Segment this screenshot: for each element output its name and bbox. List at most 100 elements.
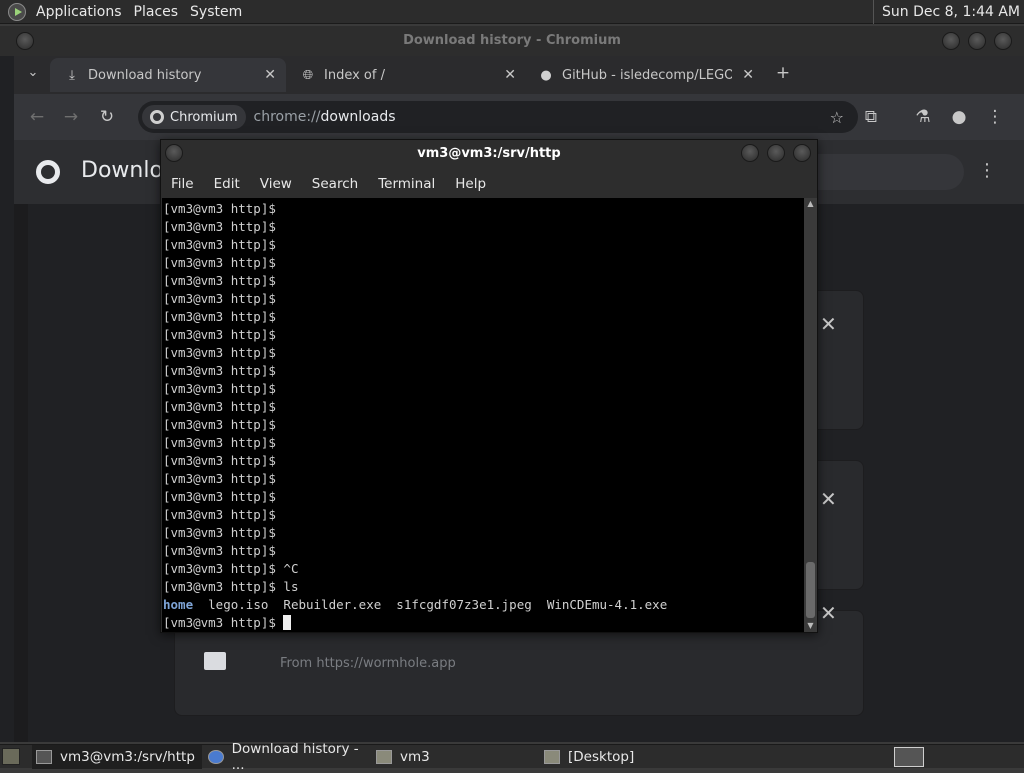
url-scheme: chrome:// [253, 109, 321, 125]
menu-kebab-icon[interactable]: ⋮ [984, 106, 1006, 128]
tab-github[interactable]: ● GitHub - isledecomp/LEGOI ✕ [528, 58, 764, 92]
ls-dir-entry: home [163, 597, 194, 612]
tab-label: Download history [88, 67, 202, 83]
terminal-line: [vm3@vm3 http]$ [163, 309, 276, 324]
terminal-window: vm3@vm3:/srv/http File Edit View Search … [160, 139, 818, 633]
remove-download-icon[interactable]: ✕ [820, 312, 837, 336]
labs-flask-icon[interactable]: ⚗ [912, 106, 934, 128]
scrollbar-thumb[interactable] [806, 562, 815, 618]
terminal-line: [vm3@vm3 http]$ [163, 471, 276, 486]
scroll-down-icon[interactable]: ▼ [804, 620, 817, 632]
terminal-scrollbar[interactable]: ▲ ▼ [804, 198, 817, 632]
remove-download-icon[interactable]: ✕ [820, 487, 837, 511]
menu-search[interactable]: Search [302, 170, 368, 198]
terminal-line: [vm3@vm3 http]$ ^C [163, 561, 299, 576]
workspace-switcher[interactable] [894, 747, 924, 767]
terminal-cursor [283, 615, 292, 630]
terminal-line: [vm3@vm3 http]$ [163, 381, 276, 396]
downloads-menu-icon[interactable]: ⋮ [978, 160, 996, 181]
chromium-window-title: Download history - Chromium [403, 33, 621, 48]
maximize-icon[interactable] [767, 144, 785, 162]
chromium-titlebar[interactable]: Download history - Chromium [0, 26, 1024, 56]
panel-clock[interactable]: Sun Dec 8, 1:44 AM [873, 0, 1024, 24]
download-source: From https://wormhole.app [280, 656, 456, 671]
tab-search-chevron-icon[interactable]: ⌄ [22, 62, 44, 84]
chrome-logo-icon [36, 160, 60, 184]
ls-file-entries: lego.iso Rebuilder.exe s1fcgdf07z3e1.jpe… [193, 597, 668, 612]
omnibox[interactable]: Chromium chrome:// downloads ☆ [138, 101, 858, 133]
task-desktop[interactable]: [Desktop] [540, 745, 710, 769]
tab-label: GitHub - isledecomp/LEGOI [562, 67, 732, 83]
terminal-output: [vm3@vm3 http]$ [vm3@vm3 http]$ [vm3@vm3 h… [163, 200, 667, 632]
panel-menus: Applications Places System [30, 0, 248, 24]
scroll-up-icon[interactable]: ▲ [804, 198, 817, 210]
terminal-line: [vm3@vm3 http]$ [163, 201, 276, 216]
menu-terminal[interactable]: Terminal [368, 170, 445, 198]
terminal-line: [vm3@vm3 http]$ [163, 255, 276, 270]
terminal-line: [vm3@vm3 http]$ [163, 543, 276, 558]
close-icon[interactable] [793, 144, 811, 162]
tab-close-icon[interactable]: ✕ [504, 67, 516, 83]
reload-icon[interactable]: ↻ [96, 106, 118, 128]
terminal-line: [vm3@vm3 http]$ [163, 489, 276, 504]
terminal-line: [vm3@vm3 http]$ [163, 417, 276, 432]
terminal-screen[interactable]: [vm3@vm3 http]$ [vm3@vm3 http]$ [vm3@vm3 h… [162, 198, 804, 632]
folder-icon [544, 750, 560, 764]
chromium-icon [208, 750, 224, 764]
terminal-menubar: File Edit View Search Terminal Help [161, 170, 817, 198]
terminal-icon [36, 750, 52, 764]
menu-view[interactable]: View [250, 170, 302, 198]
menu-help[interactable]: Help [445, 170, 496, 198]
url-path: downloads [320, 109, 396, 125]
site-chip-label: Chromium [170, 109, 238, 125]
terminal-titlebar[interactable]: vm3@vm3:/srv/http [161, 140, 817, 170]
bookmark-star-icon[interactable]: ☆ [830, 108, 844, 127]
minimize-icon[interactable] [741, 144, 759, 162]
window-menu-icon[interactable] [165, 144, 183, 162]
applications-logo-icon[interactable] [8, 2, 26, 21]
remove-download-icon[interactable]: ✕ [820, 601, 837, 625]
terminal-current-line: [vm3@vm3 http]$ [163, 614, 667, 632]
tab-download-history[interactable]: ⤓ Download history ✕ [50, 58, 286, 92]
chromium-icon [150, 110, 164, 124]
task-terminal[interactable]: vm3@vm3:/srv/http [32, 745, 202, 769]
minimize-icon[interactable] [942, 32, 960, 50]
tab-strip: ⌄ ⤓ Download history ✕ 🌐︎ Index of / ✕ ●… [14, 56, 1024, 94]
show-desktop-icon[interactable] [2, 748, 20, 765]
profile-icon[interactable]: ● [948, 106, 970, 128]
top-panel: Applications Places System Sun Dec 8, 1:… [0, 0, 1024, 24]
chromium-toolbar: ← → ↻ Chromium chrome:// downloads ☆ ⧉ ⚗… [14, 94, 1024, 140]
terminal-line: [vm3@vm3 http]$ [163, 507, 276, 522]
site-chip[interactable]: Chromium [142, 105, 246, 129]
terminal-line: [vm3@vm3 http]$ [163, 435, 276, 450]
tab-close-icon[interactable]: ✕ [264, 67, 276, 83]
download-icon: ⤓ [69, 67, 75, 83]
menu-system[interactable]: System [184, 0, 248, 24]
menu-edit[interactable]: Edit [204, 170, 250, 198]
downloads-search[interactable] [794, 154, 964, 190]
ls-output-line: home lego.iso Rebuilder.exe s1fcgdf07z3e… [163, 596, 667, 614]
new-tab-icon[interactable]: + [772, 62, 794, 84]
terminal-line: [vm3@vm3 http]$ [163, 219, 276, 234]
menu-file[interactable]: File [161, 170, 204, 198]
tab-close-icon[interactable]: ✕ [742, 67, 754, 83]
task-vm3-folder[interactable]: vm3 [372, 745, 532, 769]
forward-icon[interactable]: → [60, 106, 82, 128]
terminal-line: [vm3@vm3 http]$ [163, 327, 276, 342]
tab-index-of[interactable]: 🌐︎ Index of / ✕ [290, 58, 526, 92]
menu-applications[interactable]: Applications [30, 0, 128, 24]
terminal-line: [vm3@vm3 http]$ [163, 291, 276, 306]
terminal-line: [vm3@vm3 http]$ [163, 345, 276, 360]
github-icon: ● [540, 67, 552, 83]
bottom-taskbar: vm3@vm3:/srv/http Download history - ...… [0, 741, 1024, 773]
window-menu-icon[interactable] [16, 32, 34, 50]
menu-places[interactable]: Places [128, 0, 185, 24]
back-icon[interactable]: ← [26, 106, 48, 128]
close-icon[interactable] [994, 32, 1012, 50]
terminal-line: [vm3@vm3 http]$ [163, 363, 276, 378]
file-icon [204, 652, 226, 670]
prompt-history: [vm3@vm3 http]$ [vm3@vm3 http]$ [vm3@vm3 h… [163, 200, 667, 560]
extensions-icon[interactable]: ⧉ [860, 106, 882, 128]
task-chromium[interactable]: Download history - ... [204, 741, 372, 773]
maximize-icon[interactable] [968, 32, 986, 50]
